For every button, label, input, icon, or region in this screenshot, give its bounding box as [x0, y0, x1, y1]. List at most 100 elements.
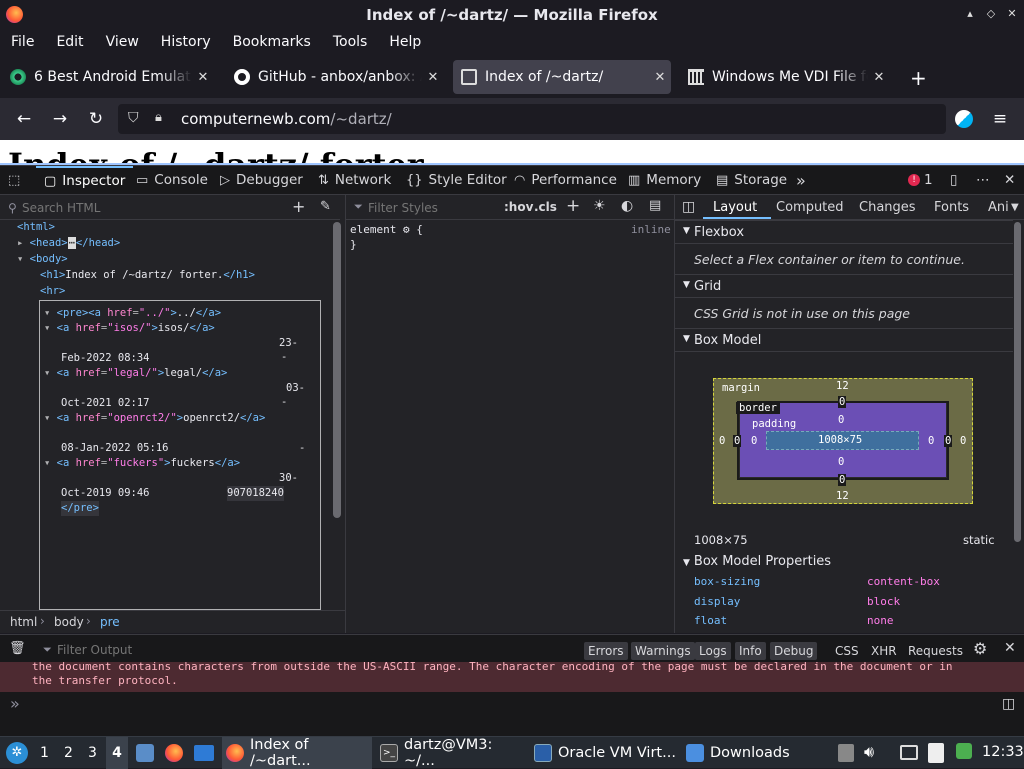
prop-value[interactable]: none	[867, 614, 894, 627]
dark-theme-icon[interactable]: ◐	[621, 198, 633, 214]
grid-section-header[interactable]: ▼ Grid	[675, 274, 1013, 298]
tab-android-emulators[interactable]: 6 Best Android Emulators ✕	[2, 60, 214, 94]
tree-node-body[interactable]: ▾ <body>	[17, 252, 68, 267]
tab-animations[interactable]: Ani	[988, 200, 1010, 215]
markup-scrollbar[interactable]	[333, 222, 341, 518]
filter-requests-button[interactable]: Requests	[904, 642, 967, 660]
breadcrumb-html[interactable]: html	[10, 615, 37, 629]
menu-file[interactable]: File	[0, 34, 45, 50]
sidebar-scrollbar[interactable]	[1014, 222, 1021, 542]
padding-left-value[interactable]: 0	[751, 435, 757, 447]
error-count-badge[interactable]: ! 1	[908, 166, 933, 194]
border-right-value[interactable]: 0	[944, 435, 953, 447]
add-node-icon[interactable]: +	[292, 197, 305, 216]
minimize-icon[interactable]: ▴	[962, 6, 978, 22]
add-rule-icon[interactable]: +	[566, 196, 580, 216]
prop-value[interactable]: content-box	[867, 575, 940, 588]
rule-element[interactable]: element ⚙ {	[350, 223, 423, 236]
filter-errors-button[interactable]: Errors	[584, 642, 628, 660]
forward-arrow-icon[interactable]: →	[48, 107, 72, 131]
volume-icon[interactable]: 🔊︎	[864, 742, 874, 762]
tree-node-hr[interactable]: <hr>	[40, 284, 65, 299]
padding-bottom-value[interactable]: 0	[838, 456, 844, 468]
menu-help[interactable]: Help	[378, 34, 432, 50]
content-size-value[interactable]: 1008×75	[818, 434, 862, 446]
back-arrow-icon[interactable]: ←	[12, 107, 36, 131]
box-model-section-header[interactable]: ▼ Box Model	[675, 328, 1013, 352]
box-model-properties-header[interactable]: ▼ Box Model Properties	[683, 554, 831, 569]
padding-right-value[interactable]: 0	[928, 435, 934, 447]
tab-inspector[interactable]: ▢ Inspector	[36, 166, 134, 194]
start-menu-icon[interactable]: ✲	[6, 742, 28, 764]
menu-history[interactable]: History	[150, 34, 222, 50]
tab-layout[interactable]: Layout	[713, 200, 757, 215]
menu-view[interactable]: View	[95, 34, 150, 50]
new-tab-icon[interactable]: +	[910, 66, 927, 90]
hov-toggle[interactable]: :hov	[504, 200, 533, 214]
workspace-4[interactable]: 4	[106, 737, 128, 769]
taskbar-app-virtualbox[interactable]: Oracle VM Virt...	[532, 737, 680, 769]
light-theme-icon[interactable]: ☀	[593, 198, 606, 214]
account-icon[interactable]	[952, 107, 976, 131]
clipboard-tray-icon[interactable]	[838, 744, 854, 762]
tab-windows-me-vdi[interactable]: Windows Me VDI File for ✕	[680, 60, 890, 94]
workspace-2[interactable]: 2	[64, 745, 73, 761]
clock[interactable]: 12:33	[982, 744, 1024, 760]
display-tray-icon[interactable]	[900, 745, 918, 760]
margin-top-value[interactable]: 12	[836, 380, 849, 392]
tab-network[interactable]: ⇅ Network	[318, 166, 391, 194]
tab-storage[interactable]: ▤ Storage	[716, 166, 787, 194]
prop-value[interactable]: block	[867, 595, 900, 608]
more-options-icon[interactable]: ⋯	[976, 166, 990, 194]
tab-index-dartz[interactable]: Index of /~dartz/ ✕	[453, 60, 671, 94]
breadcrumb-body[interactable]: body	[54, 615, 84, 629]
reload-icon[interactable]: ↻	[84, 107, 108, 131]
margin-left-value[interactable]: 0	[719, 435, 725, 447]
filter-debug-button[interactable]: Debug	[770, 642, 818, 660]
tab-console[interactable]: ▭ Console	[136, 166, 208, 194]
filter-warnings-button[interactable]: Warnings	[631, 642, 695, 660]
rule-source[interactable]: inline	[631, 223, 671, 236]
tree-node-html[interactable]: <html>	[17, 220, 55, 235]
shield-icon[interactable]: ⛉	[128, 110, 139, 126]
menu-tools[interactable]: Tools	[322, 34, 379, 50]
tab-debugger[interactable]: ▷ Debugger	[220, 166, 303, 194]
tab-memory[interactable]: ▥ Memory	[628, 166, 701, 194]
breadcrumb-pre[interactable]: pre	[100, 615, 120, 629]
element-picker-icon[interactable]: ⬚	[8, 166, 26, 194]
filter-css-button[interactable]: CSS	[831, 642, 863, 660]
filter-xhr-button[interactable]: XHR	[867, 642, 901, 660]
tabs-dropdown-icon[interactable]: ▼	[1011, 202, 1019, 213]
desktop-launcher-icon[interactable]	[194, 745, 214, 761]
url-text[interactable]: computernewb.com/~dartz/	[181, 110, 392, 128]
network-tray-icon[interactable]	[956, 743, 972, 759]
tree-node-head[interactable]: ▸ <head>⋯</head>	[17, 236, 120, 251]
dock-side-icon[interactable]: ▯	[950, 166, 957, 194]
tab-fonts[interactable]: Fonts	[934, 200, 969, 215]
menu-edit[interactable]: Edit	[45, 34, 94, 50]
print-media-icon[interactable]: ▤	[649, 198, 661, 213]
notes-tray-icon[interactable]	[928, 743, 944, 763]
file-manager-launcher-icon[interactable]	[136, 744, 154, 762]
eyedropper-icon[interactable]: ✎	[320, 199, 331, 214]
close-tab-icon[interactable]: ✕	[192, 70, 214, 85]
close-tab-icon[interactable]: ✕	[649, 70, 671, 85]
tree-node-h1[interactable]: <h1>Index of /~dartz/ forter.</h1>	[40, 268, 255, 283]
firefox-launcher-icon[interactable]	[165, 744, 183, 762]
margin-right-value[interactable]: 0	[960, 435, 966, 447]
sidebar-toggle-icon[interactable]: ◫	[682, 199, 695, 215]
trash-icon[interactable]: 🗑︎	[9, 641, 26, 656]
border-top-value[interactable]: 0	[838, 396, 847, 408]
taskbar-app-terminal[interactable]: >_ dartz@VM3: ~/...	[378, 737, 526, 769]
maximize-icon[interactable]: ◇	[983, 6, 999, 22]
workspace-1[interactable]: 1	[40, 745, 49, 761]
border-left-value[interactable]: 0	[733, 435, 742, 447]
taskbar-app-firefox[interactable]: Index of /~dart...	[222, 737, 372, 769]
filter-info-button[interactable]: Info	[735, 642, 766, 660]
tab-changes[interactable]: Changes	[859, 200, 916, 215]
workspace-3[interactable]: 3	[88, 745, 97, 761]
menu-bookmarks[interactable]: Bookmarks	[222, 34, 322, 50]
close-tab-icon[interactable]: ✕	[868, 70, 890, 85]
gear-icon[interactable]: ⚙	[403, 223, 410, 236]
border-bottom-value[interactable]: 0	[838, 474, 847, 486]
